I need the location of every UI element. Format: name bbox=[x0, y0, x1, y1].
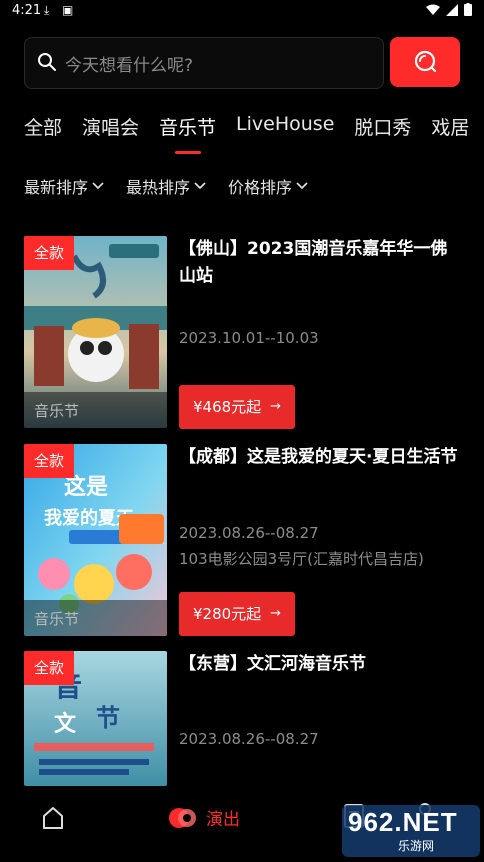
tab-concert[interactable]: 演唱会 bbox=[82, 113, 139, 163]
event-title[interactable]: 【佛山】2023国潮音乐嘉年华一佛山站 bbox=[179, 236, 464, 290]
buy-ticket-button[interactable]: ¥468元起 → bbox=[179, 385, 295, 429]
search-button[interactable] bbox=[390, 37, 460, 87]
watermark-subtext: 乐游网 bbox=[398, 839, 435, 853]
tab-talk-show[interactable]: 脱口秀 bbox=[354, 113, 411, 163]
event-poster[interactable]: 这是 我爱的夏天 全款 音乐节 bbox=[24, 444, 167, 636]
event-poster[interactable]: 音 节 文 全款 bbox=[24, 651, 167, 786]
event-card[interactable]: 这是 我爱的夏天 全款 音乐节 【成都】这是我爱的夏天·夏日生活节 2023.0… bbox=[24, 444, 464, 639]
tab-label: 全部 bbox=[24, 117, 63, 139]
search-icon bbox=[38, 53, 56, 71]
status-bar: 4:21 ⤓ ▣ bbox=[0, 0, 484, 22]
tab-label: LiveHouse bbox=[236, 113, 335, 135]
event-poster[interactable]: 全款 音乐节 bbox=[24, 236, 167, 428]
nav-home[interactable] bbox=[40, 805, 66, 835]
sort-filters: 最新排序 最热排序 价格排序 bbox=[24, 174, 308, 198]
sort-label: 最热排序 bbox=[126, 178, 191, 197]
chevron-down-icon bbox=[194, 182, 206, 190]
tab-label: 演唱会 bbox=[82, 117, 140, 139]
poster-category: 音乐节 bbox=[24, 600, 167, 636]
status-icons bbox=[426, 3, 472, 16]
search-icon bbox=[414, 50, 437, 73]
sort-label: 最新排序 bbox=[24, 178, 89, 197]
event-venue: 103电影公园3号厅(汇嘉时代昌吉店) bbox=[179, 550, 424, 568]
arrow-right-icon: → bbox=[270, 606, 281, 621]
svg-text:文: 文 bbox=[54, 711, 77, 737]
tab-all[interactable]: 全部 bbox=[24, 113, 62, 163]
notification-icon: ▣ bbox=[62, 3, 74, 17]
watermark-text: 962.NET bbox=[348, 807, 458, 837]
event-card[interactable]: 音 节 文 全款 【东营】文汇河海音乐节 2023.08.26--08.27 bbox=[24, 651, 464, 786]
chevron-down-icon bbox=[296, 182, 308, 190]
tab-drama[interactable]: 戏居 bbox=[431, 113, 469, 163]
active-tab-indicator bbox=[174, 151, 201, 154]
payment-badge: 全款 bbox=[24, 444, 74, 478]
chevron-down-icon bbox=[92, 182, 104, 190]
tab-label: 音乐节 bbox=[159, 117, 217, 139]
watermark-logo: 962.NET 乐游网 bbox=[342, 805, 480, 857]
event-title[interactable]: 【东营】文汇河海音乐节 bbox=[179, 651, 464, 678]
tab-label: 脱口秀 bbox=[354, 117, 412, 139]
svg-text:节: 节 bbox=[96, 703, 120, 732]
tab-music-festival[interactable]: 音乐节 bbox=[159, 113, 216, 163]
poster-category: 音乐节 bbox=[24, 392, 167, 428]
search-placeholder: 今天想看什么呢? bbox=[65, 56, 194, 76]
home-icon bbox=[43, 807, 63, 829]
sort-label: 价格排序 bbox=[228, 178, 293, 197]
download-icon: ⤓ bbox=[44, 3, 50, 17]
battery-icon bbox=[464, 3, 472, 16]
event-date: 2023.10.01--10.03 bbox=[179, 329, 319, 347]
event-date: 2023.08.26--08.27 bbox=[179, 730, 319, 748]
price-label: ¥468元起 bbox=[193, 398, 262, 416]
search-input[interactable]: 今天想看什么呢? bbox=[24, 37, 384, 89]
status-time: 4:21 bbox=[12, 3, 42, 18]
event-title[interactable]: 【成都】这是我爱的夏天·夏日生活节 bbox=[179, 444, 464, 471]
category-tabs: 全部 演唱会 音乐节 LiveHouse 脱口秀 戏居 bbox=[24, 113, 484, 163]
event-date: 2023.08.26--08.27 bbox=[179, 524, 319, 542]
tab-label: 戏居 bbox=[431, 117, 470, 139]
nav-shows-label: 演出 bbox=[206, 810, 240, 830]
wifi-icon bbox=[426, 4, 440, 15]
tab-livehouse[interactable]: LiveHouse bbox=[236, 113, 334, 163]
signal-icon bbox=[446, 3, 458, 16]
nav-shows[interactable]: 演出 bbox=[168, 805, 240, 830]
sort-price[interactable]: 价格排序 bbox=[228, 174, 308, 198]
arrow-right-icon: → bbox=[270, 399, 281, 414]
sort-hottest[interactable]: 最热排序 bbox=[126, 174, 206, 198]
buy-ticket-button[interactable]: ¥280元起 → bbox=[179, 592, 295, 636]
payment-badge: 全款 bbox=[24, 236, 74, 270]
event-card[interactable]: 全款 音乐节 【佛山】2023国潮音乐嘉年华一佛山站 2023.10.01--1… bbox=[24, 236, 464, 431]
payment-badge: 全款 bbox=[24, 651, 74, 685]
shows-icon bbox=[169, 807, 196, 828]
price-label: ¥280元起 bbox=[193, 605, 262, 623]
sort-latest[interactable]: 最新排序 bbox=[24, 174, 104, 198]
